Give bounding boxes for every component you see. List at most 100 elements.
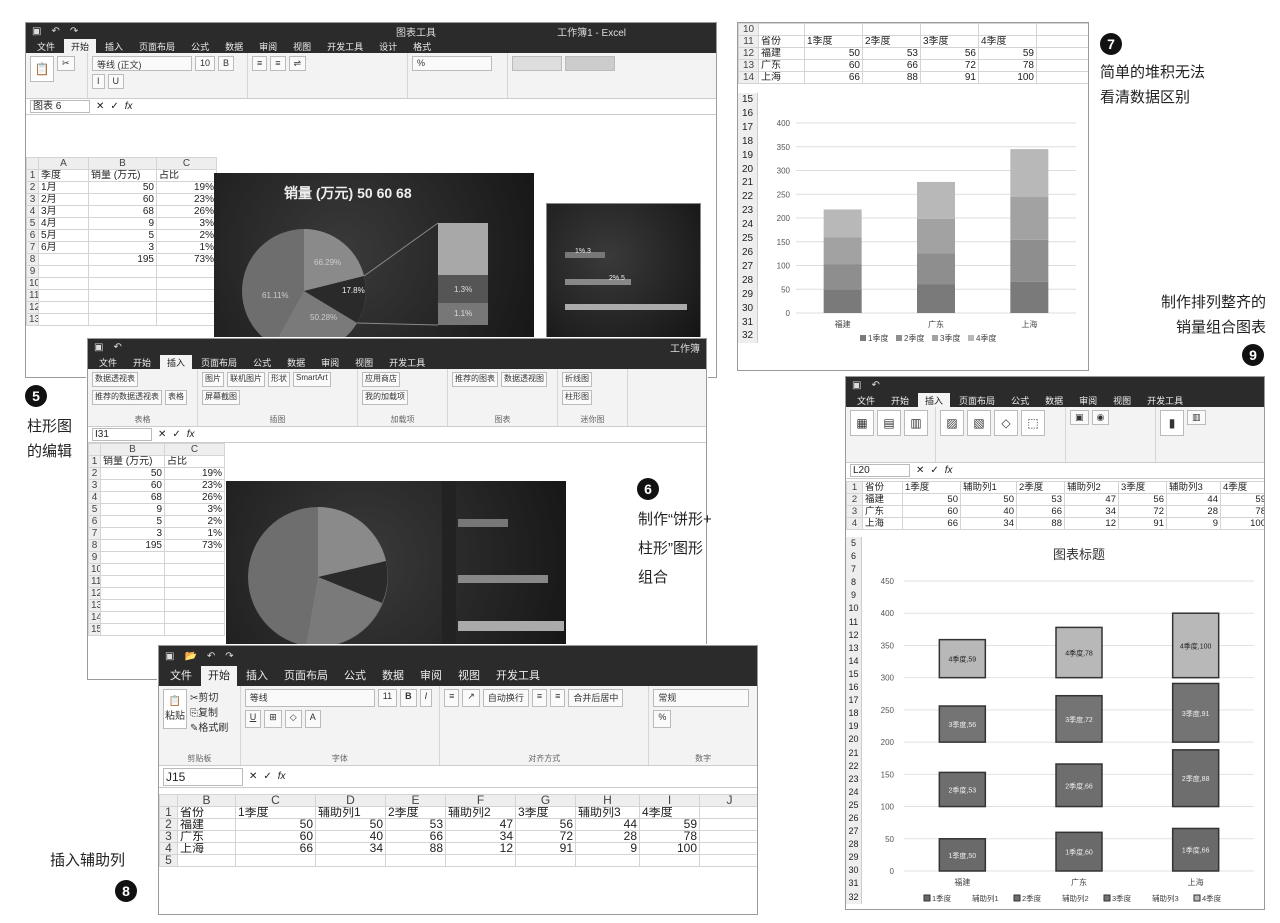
- cell[interactable]: 195: [100, 539, 165, 552]
- font-select[interactable]: 等线 (正文): [92, 56, 192, 71]
- tab-7[interactable]: 视图: [348, 355, 380, 369]
- undo-icon[interactable]: ↶: [207, 651, 215, 662]
- tab-3[interactable]: 页面布局: [132, 39, 182, 53]
- cell[interactable]: 2季度: [862, 35, 921, 48]
- column-header[interactable]: E: [385, 794, 446, 807]
- cell[interactable]: 78: [978, 59, 1037, 72]
- tab-1[interactable]: 开始: [201, 666, 237, 686]
- cell[interactable]: 50: [235, 818, 316, 831]
- bold-button[interactable]: B: [218, 56, 235, 71]
- fill-color-button[interactable]: ◇: [284, 710, 302, 728]
- tab-5[interactable]: 数据: [1038, 393, 1070, 407]
- tab-8[interactable]: 开发工具: [489, 666, 547, 686]
- align-center-button[interactable]: ≡: [270, 56, 286, 71]
- pivot-table-icon[interactable]: ▦: [850, 410, 874, 436]
- ribbon-button[interactable]: 联机图片: [227, 372, 265, 387]
- cell[interactable]: 9: [88, 217, 157, 230]
- font-size-select[interactable]: 11: [377, 689, 398, 707]
- cell[interactable]: 34: [960, 517, 1017, 530]
- cell[interactable]: 3月: [38, 205, 89, 218]
- ribbon-button[interactable]: 推荐的数据透视表: [92, 390, 162, 405]
- tab-4[interactable]: 公式: [246, 355, 278, 369]
- fx-icon[interactable]: fx: [187, 429, 195, 440]
- cell[interactable]: 福建: [177, 818, 236, 831]
- font-size-select[interactable]: 10: [195, 56, 216, 71]
- orientation-button[interactable]: ↗: [462, 689, 480, 707]
- ribbon-button[interactable]: 图片: [202, 372, 224, 387]
- cell[interactable]: 66: [385, 830, 446, 843]
- header-cell[interactable]: 占比: [164, 455, 225, 468]
- redo-icon[interactable]: ↷: [225, 651, 233, 662]
- cell[interactable]: 195: [88, 253, 157, 266]
- column-header[interactable]: J: [699, 794, 757, 807]
- cell[interactable]: 1季度: [235, 806, 316, 819]
- format-painter-button[interactable]: ✎格式刷: [190, 719, 228, 734]
- column-header[interactable]: C: [235, 794, 316, 807]
- undo-icon[interactable]: ↶: [51, 26, 59, 37]
- aligned-combo-chart[interactable]: 图表标题 0 50 100 150 200 250 300 350 400 450 1季度,50 2季度…: [864, 539, 1264, 909]
- save-icon[interactable]: ▣: [94, 342, 103, 353]
- column-header[interactable]: D: [315, 794, 386, 807]
- bold-button[interactable]: B: [400, 689, 417, 707]
- tab-4[interactable]: 公式: [1004, 393, 1036, 407]
- cell[interactable]: 91: [920, 71, 979, 84]
- cell[interactable]: 2季度: [385, 806, 446, 819]
- cell[interactable]: 4季度: [639, 806, 700, 819]
- save-icon[interactable]: ▣: [852, 380, 861, 391]
- copy-button[interactable]: ⎘复制: [190, 704, 228, 719]
- cell[interactable]: 44: [575, 818, 640, 831]
- align-center-button[interactable]: ≡: [550, 689, 566, 707]
- cell[interactable]: 40: [960, 505, 1017, 518]
- cell[interactable]: 59: [639, 818, 700, 831]
- cell[interactable]: 66: [902, 517, 961, 530]
- cell[interactable]: 88: [1016, 517, 1065, 530]
- cell[interactable]: 辅助列3: [1166, 481, 1221, 494]
- percent-button[interactable]: %: [653, 710, 672, 728]
- ribbon-button[interactable]: 数据透视表: [92, 372, 138, 387]
- header-cell[interactable]: 季度: [38, 169, 89, 182]
- cell[interactable]: 12: [445, 842, 516, 855]
- tab-7[interactable]: 视图: [1106, 393, 1138, 407]
- cell[interactable]: 26%: [164, 491, 225, 504]
- ribbon-button[interactable]: 折线图: [562, 372, 592, 387]
- store-button[interactable]: ▣: [1070, 410, 1089, 425]
- header-cell[interactable]: 销量 (万元): [100, 455, 165, 468]
- cell[interactable]: 2%: [164, 515, 225, 528]
- cell[interactable]: 50: [902, 493, 961, 506]
- cell[interactable]: 1季度: [902, 481, 961, 494]
- tab-7[interactable]: 视图: [286, 39, 318, 53]
- cell[interactable]: 3季度: [1118, 481, 1167, 494]
- shapes-icon[interactable]: ◇: [994, 410, 1018, 436]
- stacked-column-chart[interactable]: 0 50 100 150 200 250 300 350 400 福建 广东 上海 1季度 2季度 3季度 4…: [760, 111, 1089, 369]
- cell[interactable]: 23%: [164, 479, 225, 492]
- cell[interactable]: 53: [385, 818, 446, 831]
- tab-2[interactable]: 插入: [160, 355, 193, 369]
- cell[interactable]: 福建: [862, 493, 903, 506]
- ribbon-button[interactable]: 屏幕截图: [202, 390, 240, 405]
- table-icon[interactable]: ▥: [904, 410, 928, 436]
- cell[interactable]: 56: [1118, 493, 1167, 506]
- cell[interactable]: 3季度: [515, 806, 576, 819]
- column-header[interactable]: B: [177, 794, 236, 807]
- cell[interactable]: 88: [862, 71, 921, 84]
- my-addins-button[interactable]: ◉: [1091, 410, 1110, 425]
- cell[interactable]: 60: [902, 505, 961, 518]
- cell[interactable]: 福建: [758, 47, 805, 60]
- small-bar-chart[interactable]: 1%.3 2%.5: [546, 203, 701, 338]
- ribbon-button[interactable]: 推荐的图表: [452, 372, 498, 387]
- cell[interactable]: 73%: [164, 539, 225, 552]
- italic-button[interactable]: I: [92, 74, 105, 89]
- cell[interactable]: 53: [1016, 493, 1065, 506]
- worksheet-grid[interactable]: 1 省份 1季度 辅助列1 2季度 辅助列2 3季度 辅助列3 4季度 2 福建 50 50 53 47 5…: [846, 481, 1264, 530]
- cell[interactable]: 66: [235, 842, 316, 855]
- underline-button[interactable]: U: [244, 710, 262, 728]
- cell[interactable]: 4季度: [1220, 481, 1264, 494]
- cell[interactable]: 28: [575, 830, 640, 843]
- cell[interactable]: 辅助列3: [575, 806, 640, 819]
- redo-icon[interactable]: ↷: [70, 26, 78, 37]
- cell[interactable]: 广东: [862, 505, 903, 518]
- cell[interactable]: 60: [804, 59, 863, 72]
- column-header[interactable]: I: [639, 794, 700, 807]
- cell[interactable]: 5: [100, 515, 165, 528]
- cell[interactable]: 3%: [156, 217, 217, 230]
